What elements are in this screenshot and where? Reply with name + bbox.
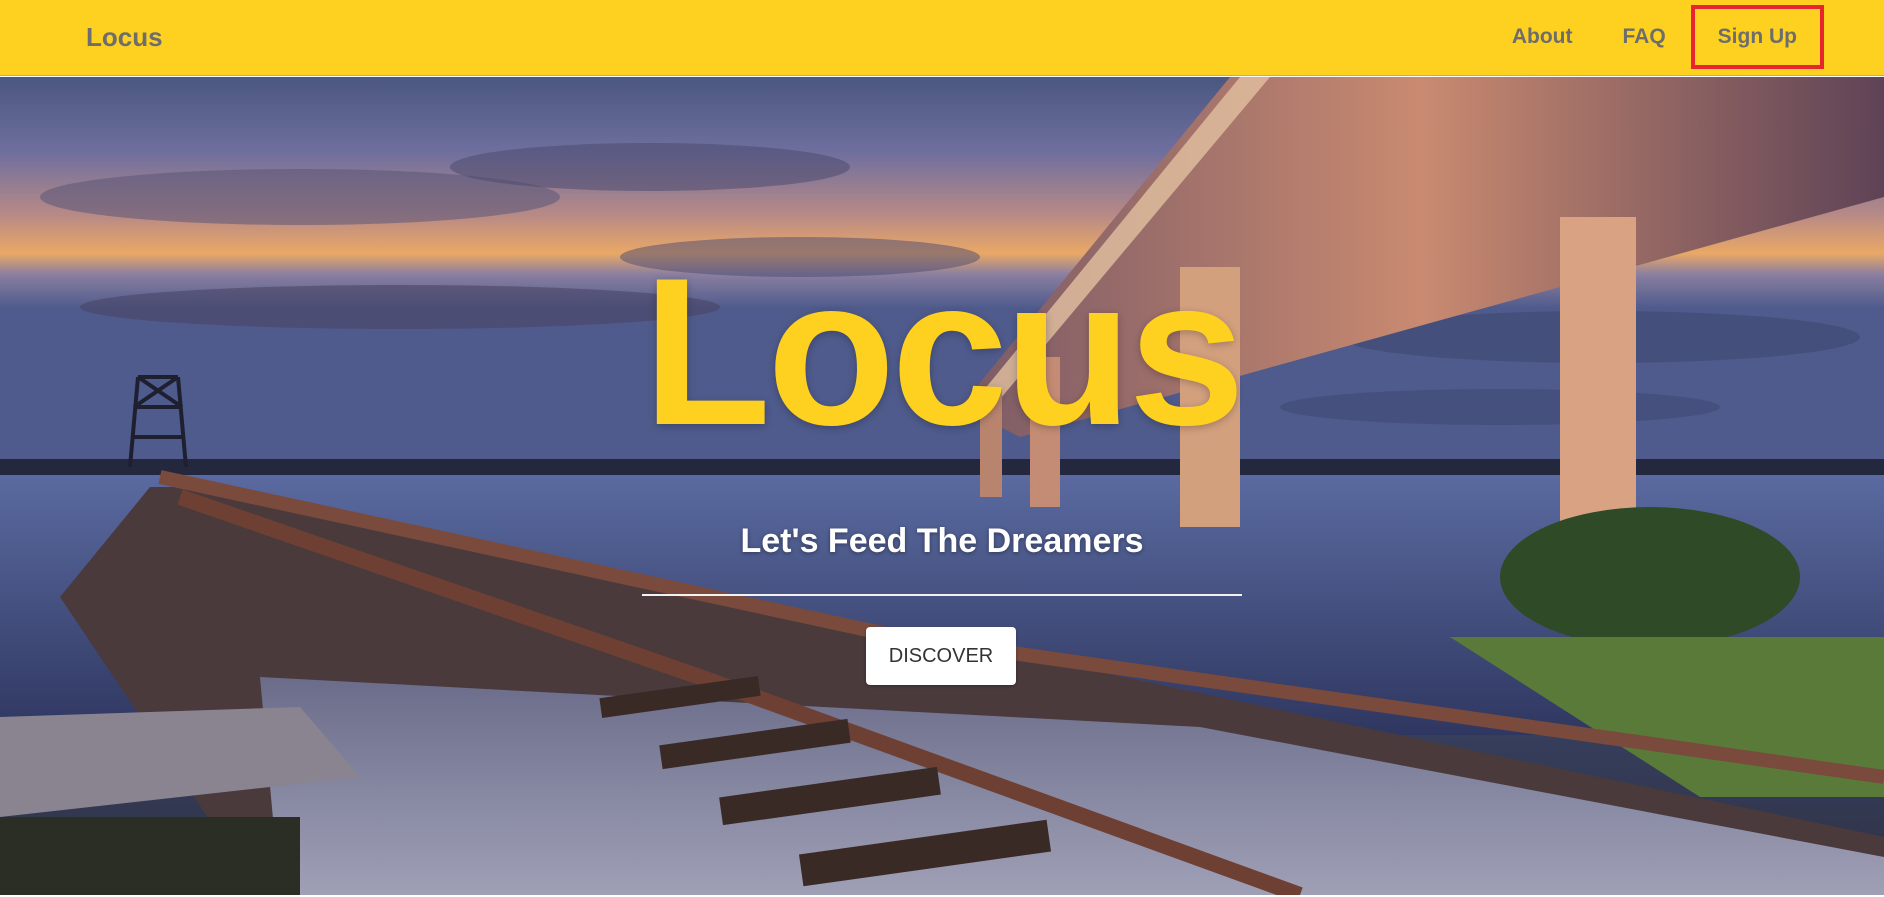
brand-logo-link[interactable]: Locus (86, 22, 163, 53)
hero-title: Locus (642, 234, 1245, 469)
hero-content: Locus Let's Feed The Dreamers DISCOVER (0, 77, 1884, 895)
top-navbar: Locus About FAQ Sign Up (0, 0, 1884, 76)
discover-button[interactable]: DISCOVER (866, 627, 1016, 685)
nav-faq-link[interactable]: FAQ (1598, 11, 1691, 63)
hero-section: Locus Let's Feed The Dreamers DISCOVER (0, 77, 1884, 895)
hero-divider (642, 594, 1242, 596)
nav-about-link[interactable]: About (1487, 11, 1598, 63)
nav-signup-link[interactable]: Sign Up (1690, 5, 1824, 69)
nav-links: About FAQ Sign Up (1487, 5, 1824, 69)
hero-subtitle: Let's Feed The Dreamers (740, 522, 1144, 560)
